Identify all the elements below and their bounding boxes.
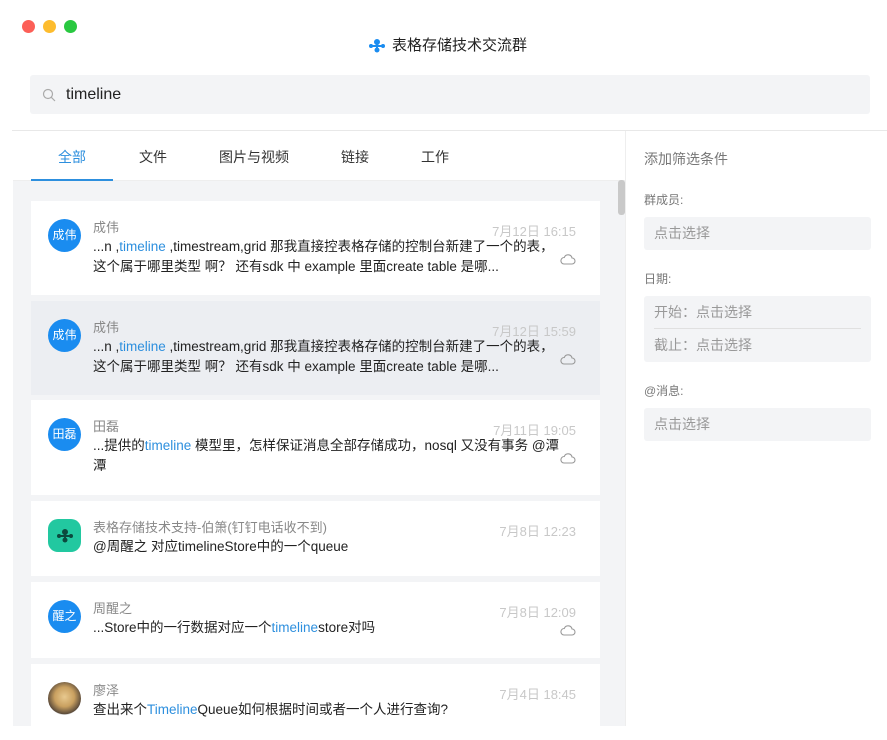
message-text: ...提供的timeline 模型里，怎样保证消息全部存储成功，nosql 又没…	[93, 436, 563, 476]
search-input[interactable]	[66, 85, 666, 104]
filter-heading: 添加筛选条件	[644, 151, 728, 167]
date-range: 开始：点击选择 截止：点击选择	[644, 296, 871, 362]
message-time: 7月4日 18:45	[499, 687, 576, 702]
message-result[interactable]: 成伟 成伟 7月12日 15:59 ...n ,timeline ,timestr…	[31, 301, 600, 395]
avatar: 成伟	[48, 319, 81, 352]
text-after: store对吗	[318, 620, 376, 635]
cloud-icon	[560, 254, 576, 265]
window-controls	[22, 20, 77, 33]
message-result[interactable]: 醒之 周醒之 7月8日 12:09 ...Store中的一行数据对应一个timel…	[31, 582, 600, 658]
keyword-highlight: timeline	[271, 620, 319, 635]
keyword-highlight: timeline	[119, 239, 166, 254]
group-logo-icon	[56, 529, 73, 543]
keyword-highlight: timeline	[119, 339, 166, 354]
avatar-photo	[48, 682, 81, 715]
cloud-icon	[560, 354, 576, 365]
member-label: 群成员:	[644, 193, 684, 207]
text-before: 查出来个	[93, 702, 147, 717]
cloud-icon	[560, 625, 576, 636]
keyword-highlight: Timeline	[147, 702, 198, 717]
text-before: ...Store中的一行数据对应一个	[93, 620, 272, 635]
message-time: 7月11日 19:05	[493, 423, 576, 438]
window-title: 表格存储技术交流群	[0, 34, 887, 55]
avatar: 醒之	[48, 600, 81, 633]
group-bot-avatar	[48, 519, 81, 552]
message-text: ...Store中的一行数据对应一个timelinestore对吗	[93, 618, 563, 638]
group-logo-icon	[368, 39, 385, 53]
message-time: 7月8日 12:23	[499, 524, 576, 539]
text-before: ...n ,	[93, 339, 120, 354]
results-panel: 全部 文件 图片与视频 链接 工作 成伟 成伟 7月12日 16:15 ...n …	[13, 131, 625, 734]
text-before: ...提供的	[93, 438, 145, 453]
at-select[interactable]: 点击选择	[644, 408, 871, 441]
message-time: 7月12日 16:15	[492, 224, 576, 239]
message-result[interactable]: 廖泽 7月4日 18:45 查出来个TimelineQueue如何根据时间或者一…	[31, 664, 600, 734]
scrollbar[interactable]	[618, 180, 625, 215]
message-result[interactable]: 表格存储技术支持-伯箫(钉钉电话收不到) 7月8日 12:23 @周醒之 对应t…	[31, 501, 600, 576]
avatar: 成伟	[48, 219, 81, 252]
tab-files[interactable]: 文件	[113, 131, 193, 181]
message-result[interactable]: 田磊 田磊 7月11日 19:05 ...提供的timeline 模型里，怎样保证…	[31, 400, 600, 495]
at-label: @消息:	[644, 384, 684, 398]
message-result[interactable]: 成伟 成伟 7月12日 16:15 ...n ,timeline ,timestr…	[31, 201, 600, 295]
message-time: 7月8日 12:09	[499, 605, 576, 620]
search-bar[interactable]	[30, 75, 870, 114]
text-after: Queue如何根据时间或者一个人进行查询?	[197, 702, 449, 717]
tab-bar: 全部 文件 图片与视频 链接 工作	[13, 131, 625, 181]
filter-panel: 添加筛选条件 群成员: 点击选择 日期: 开始：点击选择 截止：点击选择 @消息…	[625, 131, 887, 726]
text-before: @周醒之 对应timelineStore中的一个queue	[93, 539, 349, 554]
message-time: 7月12日 15:59	[492, 324, 576, 339]
date-label: 日期:	[644, 272, 672, 286]
minimize-button[interactable]	[43, 20, 56, 33]
tab-all[interactable]: 全部	[31, 131, 113, 181]
message-text: 查出来个TimelineQueue如何根据时间或者一个人进行查询?	[93, 700, 563, 720]
maximize-button[interactable]	[64, 20, 77, 33]
title-text: 表格存储技术交流群	[391, 37, 527, 54]
avatar: 田磊	[48, 418, 81, 451]
text-before: ...n ,	[93, 239, 120, 254]
search-icon	[42, 88, 56, 101]
cloud-icon	[560, 453, 576, 464]
tab-work[interactable]: 工作	[395, 131, 475, 181]
close-button[interactable]	[22, 20, 35, 33]
tab-media[interactable]: 图片与视频	[193, 131, 315, 181]
keyword-highlight: timeline	[144, 438, 192, 453]
message-text: @周醒之 对应timelineStore中的一个queue	[93, 537, 563, 557]
tab-links[interactable]: 链接	[315, 131, 395, 181]
date-start-select[interactable]: 开始：点击选择	[654, 296, 861, 329]
message-text: ...n ,timeline ,timestream,grid 那我直接控表格存…	[93, 237, 563, 277]
member-select[interactable]: 点击选择	[644, 217, 871, 250]
date-end-select[interactable]: 截止：点击选择	[654, 329, 861, 362]
message-text: ...n ,timeline ,timestream,grid 那我直接控表格存…	[93, 337, 563, 377]
